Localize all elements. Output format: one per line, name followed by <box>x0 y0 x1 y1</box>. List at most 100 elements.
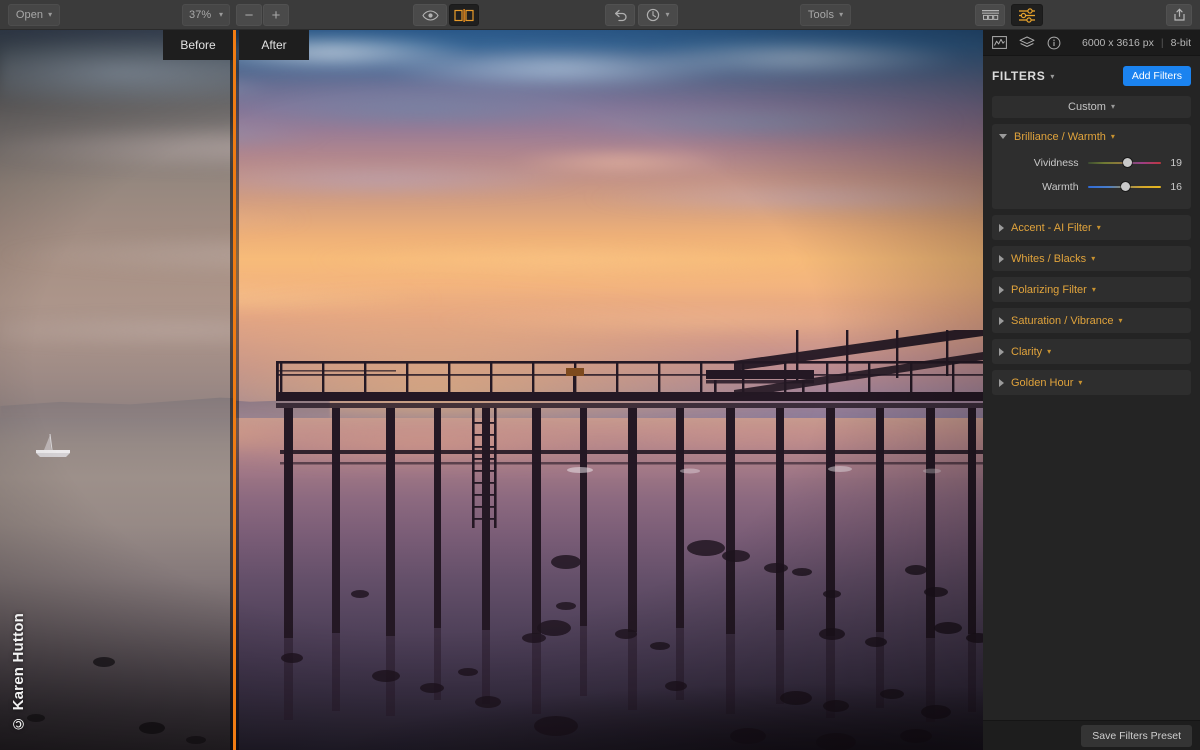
filter-list: Brilliance / Warmth ▾ Vividness 19 Warmth 16 A… <box>983 124 1200 395</box>
filter-card: Saturation / Vibrance ▾ <box>992 308 1191 333</box>
filter-header[interactable]: Golden Hour ▾ <box>992 370 1191 395</box>
slider-thumb[interactable] <box>1123 158 1133 167</box>
filter-name-text: Polarizing Filter <box>1011 283 1087 296</box>
triangle-right-icon[interactable] <box>999 347 1004 356</box>
zoom-out-label: − <box>244 6 254 24</box>
history-clock-icon <box>646 8 660 22</box>
right-side-panel: 6000 x 3616 px | 8-bit FILTERS ▾ Add Filt… <box>983 30 1200 750</box>
after-image-pane <box>236 30 983 750</box>
filters-title-text: FILTERS <box>992 69 1046 83</box>
chevron-down-icon[interactable]: ▾ <box>1119 316 1123 325</box>
tools-button[interactable]: Tools ▾ <box>800 4 851 26</box>
filter-card: Polarizing Filter ▾ <box>992 277 1191 302</box>
chevron-down-icon[interactable]: ▾ <box>1078 378 1082 387</box>
image-bit-depth: 8-bit <box>1170 36 1191 49</box>
filter-header[interactable]: Accent - AI Filter ▾ <box>992 215 1191 240</box>
image-meta: 6000 x 3616 px | 8-bit <box>1082 37 1191 49</box>
history-button[interactable]: ▾ <box>638 4 678 26</box>
filter-name: Golden Hour ▾ <box>1011 377 1082 389</box>
filter-name-text: Clarity <box>1011 345 1043 358</box>
filters-title[interactable]: FILTERS ▾ <box>992 69 1055 83</box>
photographer-watermark: © Karen Hutton <box>10 613 27 732</box>
filter-card: Golden Hour ▾ <box>992 370 1191 395</box>
zoom-out-button[interactable]: − <box>236 4 262 26</box>
undo-button[interactable] <box>605 4 635 26</box>
triangle-right-icon[interactable] <box>999 254 1004 263</box>
filter-header[interactable]: Brilliance / Warmth ▾ <box>992 124 1191 149</box>
before-tab[interactable]: Before <box>163 30 233 60</box>
top-toolbar: Open ▾ 37% ▾ − + ▾ Tools ▾ <box>0 0 1200 30</box>
filter-name: Polarizing Filter ▾ <box>1011 284 1096 296</box>
share-export-icon <box>1173 8 1186 22</box>
filters-header: FILTERS ▾ Add Filters <box>983 62 1200 90</box>
filter-header[interactable]: Clarity ▾ <box>992 339 1191 364</box>
zoom-level-value: 37% <box>189 9 212 21</box>
filter-header[interactable]: Saturation / Vibrance ▾ <box>992 308 1191 333</box>
slider-track[interactable] <box>1087 180 1161 194</box>
triangle-right-icon[interactable] <box>999 223 1004 232</box>
after-tab[interactable]: After <box>239 30 309 60</box>
meta-separator: | <box>1160 36 1164 49</box>
chevron-down-icon: ▾ <box>48 9 53 19</box>
preset-select[interactable]: Custom ▾ <box>992 96 1191 118</box>
after-shore-shadow <box>236 630 983 750</box>
before-after-divider-handle[interactable] <box>233 30 236 750</box>
chevron-down-icon: ▾ <box>1110 101 1115 111</box>
chevron-down-icon[interactable]: ▾ <box>1111 132 1115 141</box>
chevron-down-icon[interactable]: ▾ <box>1097 223 1101 232</box>
share-export-button[interactable] <box>1166 4 1192 26</box>
triangle-right-icon[interactable] <box>999 316 1004 325</box>
zoom-in-button[interactable]: + <box>263 4 289 26</box>
triangle-right-icon[interactable] <box>999 378 1004 387</box>
filter-name: Whites / Blacks ▾ <box>1011 253 1095 265</box>
info-icon[interactable] <box>1047 36 1061 50</box>
before-rocks <box>27 657 206 744</box>
chevron-down-icon[interactable]: ▾ <box>1092 285 1096 294</box>
filter-name: Accent - AI Filter ▾ <box>1011 222 1101 234</box>
undo-arrow-icon <box>613 9 628 22</box>
before-after-compare-icon <box>454 8 474 22</box>
slider-track[interactable] <box>1087 156 1161 170</box>
slider-row: Warmth 16 <box>992 177 1191 197</box>
filter-header[interactable]: Polarizing Filter ▾ <box>992 277 1191 302</box>
zoom-in-label: + <box>271 6 281 24</box>
before-photo <box>0 30 233 750</box>
filter-card: Whites / Blacks ▾ <box>992 246 1191 271</box>
image-dimensions: 6000 x 3616 px <box>1082 36 1154 49</box>
chevron-down-icon[interactable]: ▾ <box>1047 347 1051 356</box>
histogram-icon[interactable] <box>992 36 1007 49</box>
filters-sliders-icon <box>1018 7 1036 23</box>
eye-icon <box>421 9 439 21</box>
panel-info-bar: 6000 x 3616 px | 8-bit <box>983 30 1200 56</box>
triangle-right-icon[interactable] <box>999 285 1004 294</box>
presets-panel-button[interactable] <box>975 4 1005 26</box>
filter-name-text: Brilliance / Warmth <box>1014 130 1106 143</box>
before-after-compare-button[interactable] <box>449 4 479 26</box>
add-filters-button[interactable]: Add Filters <box>1122 66 1191 86</box>
triangle-down-icon[interactable] <box>999 134 1007 139</box>
filter-card: Clarity ▾ <box>992 339 1191 364</box>
before-after-tabs: Before After <box>163 30 309 60</box>
filter-name-text: Accent - AI Filter <box>1011 221 1092 234</box>
chevron-down-icon: ▾ <box>1050 72 1055 81</box>
slider-value: 16 <box>1170 181 1182 193</box>
image-canvas[interactable]: Before After © Karen Hutton <box>0 30 983 750</box>
preset-label: Custom <box>1068 101 1106 113</box>
divider-shadow-right <box>236 30 239 750</box>
open-button[interactable]: Open ▾ <box>8 4 60 26</box>
chevron-down-icon[interactable]: ▾ <box>1091 254 1095 263</box>
zoom-level-select[interactable]: 37% ▾ <box>182 4 230 26</box>
slider-thumb[interactable] <box>1121 182 1130 191</box>
filter-name: Clarity ▾ <box>1011 346 1051 358</box>
filter-header[interactable]: Whites / Blacks ▾ <box>992 246 1191 271</box>
filter-name: Brilliance / Warmth ▾ <box>1014 131 1115 143</box>
save-preset-bar: Save Filters Preset <box>983 720 1200 750</box>
filter-name-text: Whites / Blacks <box>1011 252 1087 265</box>
layers-icon[interactable] <box>1019 36 1035 50</box>
open-label: Open <box>15 9 44 21</box>
save-filters-preset-button[interactable]: Save Filters Preset <box>1081 724 1192 747</box>
presets-icon <box>981 9 1000 21</box>
filters-panel-button[interactable] <box>1011 4 1043 26</box>
slider-value: 19 <box>1170 157 1182 169</box>
preview-toggle-button[interactable] <box>413 4 447 26</box>
